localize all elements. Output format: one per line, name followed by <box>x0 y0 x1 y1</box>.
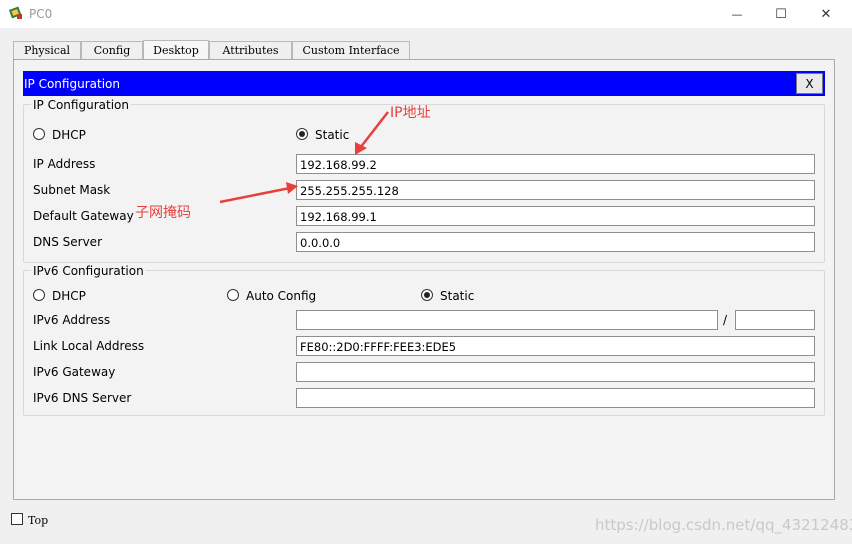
watermark: https://blog.csdn.net/qq_43212483 <box>595 516 852 534</box>
arrow-to-mask-field <box>219 182 298 204</box>
top-label: Top <box>28 514 49 527</box>
arrow-to-ip-field <box>355 111 389 155</box>
top-checkbox[interactable] <box>11 513 23 525</box>
annotation-arrows <box>219 111 389 204</box>
